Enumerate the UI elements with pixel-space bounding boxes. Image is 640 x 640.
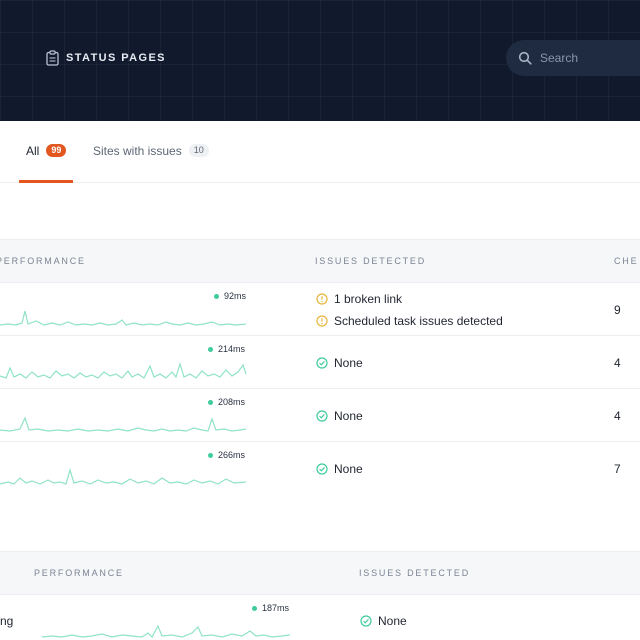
check-circle-icon [316, 463, 328, 475]
issue-text: 1 broken link [334, 292, 403, 306]
issue-item: Scheduled task issues detected [316, 314, 503, 328]
issue-text: None [334, 356, 363, 370]
issue-text: None [334, 462, 363, 476]
column-header-checks: CHE [614, 256, 639, 266]
checks-count: 7 [614, 462, 621, 476]
check-circle-icon [360, 615, 372, 627]
site-name[interactable]: ng [0, 614, 13, 628]
table-row[interactable]: ng 187ms None [0, 595, 640, 640]
search-input[interactable] [540, 51, 640, 65]
search-icon [518, 51, 532, 65]
nav-status-pages-label: STATUS PAGES [66, 52, 166, 64]
column-header-performance: PERFORMANCE [0, 256, 86, 266]
performance-sparkline [0, 310, 247, 326]
response-time-value: 187ms [262, 603, 290, 613]
issue-text: None [378, 614, 407, 628]
response-time-value: 92ms [224, 291, 247, 301]
issue-item: None [316, 409, 363, 423]
response-time: 92ms [214, 291, 246, 301]
tab-all-count-badge: 99 [46, 144, 67, 157]
table-header: PERFORMANCE ISSUES DETECTED CHE [0, 239, 640, 283]
top-header: STATUS PAGES [0, 0, 640, 121]
checks-count: 4 [614, 409, 621, 423]
table-row[interactable]: 266ms None 7 [0, 442, 640, 495]
status-dot [252, 605, 257, 611]
check-circle-icon [316, 357, 328, 369]
column-header-issues-detected: ISSUES DETECTED [315, 256, 427, 266]
status-dot [208, 346, 213, 352]
table-header: PERFORMANCE ISSUES DETECTED [0, 551, 640, 595]
issue-item: None [316, 462, 363, 476]
performance-sparkline [0, 467, 247, 485]
response-time: 266ms [208, 450, 245, 460]
status-dot [214, 293, 219, 299]
tab-all-label: All [26, 144, 40, 158]
performance-sparkline [0, 361, 247, 379]
performance-sparkline [41, 624, 291, 638]
status-dot [208, 452, 213, 458]
response-time-value: 208ms [218, 397, 246, 407]
warning-icon [316, 315, 328, 327]
filter-tabs: All 99 Sites with issues 10 [0, 121, 640, 183]
response-time: 214ms [208, 344, 245, 354]
search-box[interactable] [506, 40, 640, 76]
issue-item: None [316, 356, 363, 370]
issue-item: 1 broken link [316, 292, 402, 306]
tab-sites-with-issues[interactable]: Sites with issues 10 [93, 143, 209, 183]
tab-all[interactable]: All 99 [19, 143, 73, 183]
column-header-performance: PERFORMANCE [34, 568, 124, 578]
issue-item: None [360, 614, 407, 628]
table-row[interactable]: 92ms 1 broken link Scheduled task issues… [0, 283, 640, 336]
performance-sparkline [0, 416, 247, 432]
tab-sites-with-issues-label: Sites with issues [93, 144, 182, 158]
issue-text: None [334, 409, 363, 423]
checks-count: 4 [614, 356, 621, 370]
status-dot [208, 399, 213, 405]
checks-count: 9 [614, 303, 621, 317]
response-time: 208ms [208, 397, 245, 407]
response-time: 187ms [252, 603, 289, 613]
issue-text: Scheduled task issues detected [334, 314, 503, 328]
table-row[interactable]: 214ms None 4 [0, 336, 640, 389]
check-circle-icon [316, 410, 328, 422]
table-row[interactable]: 208ms None 4 [0, 389, 640, 442]
tab-sites-with-issues-count-badge: 10 [188, 144, 209, 157]
response-time-value: 214ms [218, 344, 246, 354]
warning-icon [316, 293, 328, 305]
column-header-issues-detected: ISSUES DETECTED [359, 568, 471, 578]
nav-status-pages[interactable]: STATUS PAGES [46, 50, 166, 66]
clipboard-icon [46, 50, 59, 66]
response-time-value: 266ms [218, 450, 246, 460]
